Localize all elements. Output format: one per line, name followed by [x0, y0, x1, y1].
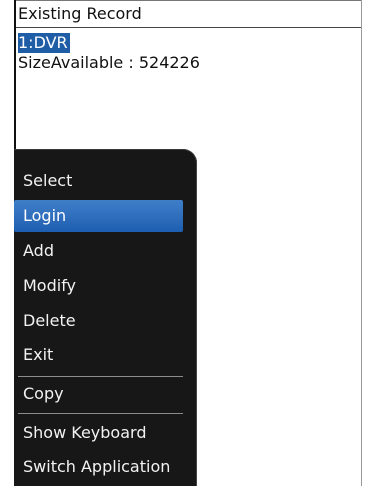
menu-separator — [18, 376, 183, 377]
menu-item-switch-application[interactable]: Switch Application — [14, 451, 197, 483]
menu-item-exit[interactable]: Exit — [14, 339, 197, 371]
frame-right-border — [361, 0, 362, 486]
page-title: Existing Record — [16, 2, 361, 28]
menu-item-show-keyboard[interactable]: Show Keyboard — [14, 417, 197, 449]
screen: Existing Record 1:DVR SizeAvailable : 52… — [0, 0, 378, 486]
record-list-item-selected[interactable]: 1:DVR — [18, 33, 70, 53]
menu-item-login[interactable]: Login — [14, 200, 183, 232]
frame-top-border — [14, 0, 362, 1]
menu-separator — [18, 413, 183, 414]
size-available-text: SizeAvailable : 524226 — [18, 53, 200, 72]
menu-item-delete[interactable]: Delete — [14, 305, 197, 337]
menu-item-copy[interactable]: Copy — [14, 378, 197, 410]
menu-item-modify[interactable]: Modify — [14, 270, 197, 302]
menu-item-add[interactable]: Add — [14, 235, 197, 267]
menu-item-select[interactable]: Select — [14, 165, 197, 197]
context-menu: Select Login Add Modify Delete Exit Copy… — [14, 149, 197, 486]
